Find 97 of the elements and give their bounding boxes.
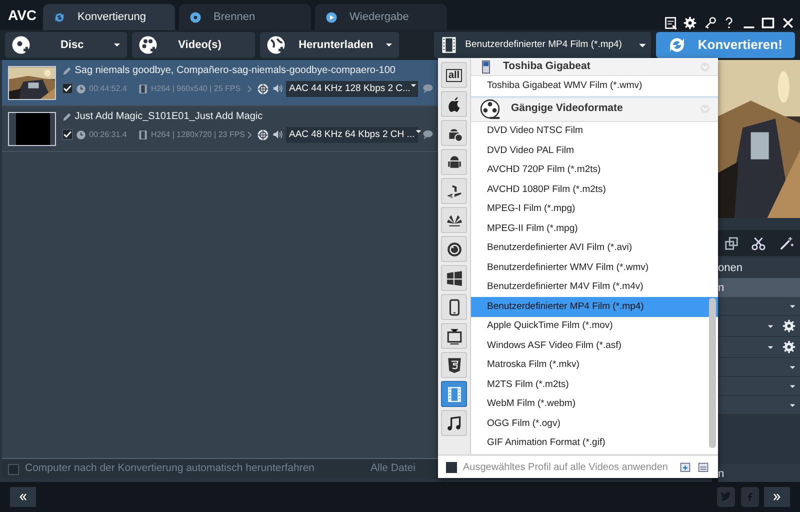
- category-tab[interactable]: [441, 178, 467, 204]
- shutdown-label: Computer nach der Konvertierung automatisch herunterfahren: [25, 461, 314, 476]
- category-tab[interactable]: [441, 410, 467, 436]
- clock-icon: [76, 130, 86, 140]
- facebook-icon: [746, 490, 754, 504]
- category-tab[interactable]: [441, 149, 467, 175]
- tab[interactable]: Wiedergabe: [314, 4, 447, 30]
- pencil-icon: [62, 112, 72, 122]
- caret-icon[interactable]: [789, 382, 796, 390]
- category-tab[interactable]: [441, 265, 467, 291]
- robot-icon: [446, 154, 462, 170]
- tab[interactable]: Konvertierung: [42, 4, 175, 30]
- apple-icon: [446, 96, 462, 112]
- music-icon: [446, 414, 462, 432]
- panel-label: n: [718, 464, 800, 482]
- save-profile-icon[interactable]: [698, 461, 710, 473]
- film-icon: [138, 130, 148, 140]
- toolbar-button[interactable]: Disc: [5, 32, 128, 58]
- category-tab[interactable]: [441, 323, 467, 349]
- double-chevron-right-icon: [772, 493, 782, 501]
- media-player-icon: [479, 60, 493, 74]
- checkbox[interactable]: [8, 464, 19, 474]
- toolbar-button[interactable]: Video(s): [132, 32, 256, 58]
- target-icon: [257, 128, 269, 141]
- caret-icon[interactable]: [789, 402, 796, 408]
- film-icon: [440, 36, 458, 54]
- clock-icon: [76, 84, 86, 94]
- scrollbar-thumb[interactable]: [709, 298, 716, 448]
- add-profile-icon[interactable]: [680, 461, 692, 473]
- apply-all-label: Ausgewähltes Profil auf alle Videos anwenden: [463, 460, 669, 474]
- file-title: Just Add Magic_S101E01_Just Add Magic: [74, 110, 263, 124]
- files-label: Alle Datei: [370, 461, 416, 476]
- disc-icon: [11, 35, 31, 55]
- logo: AVC: [7, 6, 38, 24]
- film-icon: [446, 386, 462, 402]
- film-reel-icon: [138, 35, 158, 55]
- expand-button[interactable]: [764, 487, 790, 507]
- double-chevron-left-icon: [18, 493, 28, 501]
- collapse-button[interactable]: [10, 487, 36, 507]
- comment-icon[interactable]: [421, 129, 435, 140]
- profile-dropdown[interactable]: Benutzerdefinierter MP4 Film (*.mp4): [434, 32, 651, 58]
- category-tab[interactable]: [441, 120, 467, 146]
- category-tab[interactable]: [441, 91, 467, 117]
- maximize-icon[interactable]: [761, 16, 775, 30]
- key-icon[interactable]: [702, 16, 716, 30]
- duration: 00:26:31.4: [89, 128, 128, 141]
- category-tab[interactable]: [441, 207, 467, 233]
- checkbox[interactable]: [62, 129, 73, 140]
- scissors-icon[interactable]: [751, 236, 766, 250]
- caret-icon: [414, 128, 422, 135]
- settings-row[interactable]: n: [718, 278, 800, 297]
- duration: 00:44:52.4: [89, 82, 128, 95]
- settings-icon[interactable]: [782, 340, 796, 354]
- category-tab[interactable]: [441, 294, 467, 320]
- caret-icon[interactable]: [789, 364, 796, 370]
- checkbox[interactable]: [446, 462, 457, 472]
- caret-icon[interactable]: [789, 302, 796, 310]
- check-icon: [63, 84, 72, 94]
- section-heading: onen: [718, 258, 800, 278]
- caret-icon[interactable]: [767, 344, 774, 350]
- film-icon: [138, 84, 148, 94]
- chevron-icon: [246, 130, 254, 140]
- toolbar-button[interactable]: Herunterladen: [260, 32, 400, 58]
- video-info: H264 | 960x540 | 25 FPS: [151, 82, 242, 95]
- category-tab[interactable]: all: [441, 62, 467, 88]
- shield-icon: [446, 356, 462, 374]
- refresh-icon: [52, 10, 66, 24]
- audio-dropdown[interactable]: AAC 44 KHz 128 Kbps 2 C...: [286, 80, 418, 97]
- checkbox[interactable]: [62, 83, 73, 94]
- category-tab[interactable]: [441, 236, 467, 262]
- category-tab[interactable]: [441, 352, 467, 378]
- copy-icon[interactable]: [724, 236, 740, 250]
- caret-icon[interactable]: [767, 322, 774, 330]
- video-info: H264 | 1280x720 | 23 FPS: [151, 128, 243, 141]
- file-title: Sag niemals goodbye, Compañero-sag-niemals-goodbye-compaero-100: [74, 64, 396, 78]
- chevron-icon: [246, 84, 254, 94]
- profile-option[interactable]: Benutzerdefinierter MP4 Film (*.mp4): [471, 297, 718, 316]
- check-icon: [63, 130, 72, 140]
- tab[interactable]: Brennen: [178, 4, 311, 30]
- speaker-icon: [272, 129, 283, 140]
- globe-icon: [266, 35, 286, 55]
- disc-icon: [188, 10, 202, 24]
- list-icon[interactable]: [664, 16, 678, 30]
- comment-icon[interactable]: [421, 83, 435, 94]
- play-icon: [324, 10, 338, 24]
- target-icon: [257, 82, 269, 95]
- console-icon: [446, 182, 462, 200]
- bird-icon: [719, 491, 733, 503]
- pencil-icon: [62, 66, 72, 76]
- windows-icon: [446, 270, 462, 286]
- settings-icon[interactable]: [782, 319, 796, 333]
- tv-icon: [446, 328, 462, 344]
- magic-wand-icon[interactable]: [778, 236, 794, 250]
- caret-icon: [410, 82, 418, 89]
- circle-logo-icon: [446, 240, 462, 258]
- speaker-icon: [272, 83, 283, 94]
- close-icon[interactable]: [780, 16, 794, 30]
